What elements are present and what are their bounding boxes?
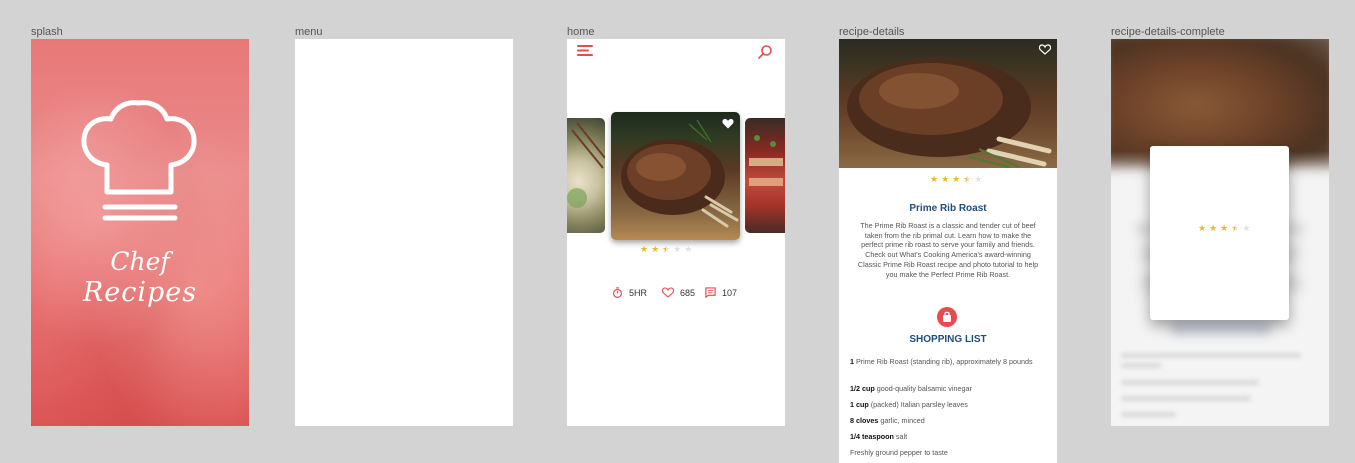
shopping-bag-button[interactable]	[937, 307, 957, 327]
ingredient-item: 1 Prime Rib Roast (standing rib), approx…	[850, 357, 1045, 367]
blurred-text	[1121, 363, 1161, 368]
stat-likes-value: 685	[680, 287, 696, 298]
stat-comments: 107	[705, 287, 737, 298]
frame-label-complete: recipe-details-complete	[1111, 26, 1225, 38]
recipe-details-screen: ★ ★ ★ ★ ★ Prime Rib Roast The Prime Rib Roas…	[839, 39, 1057, 463]
ingredient-item: Freshly ground pepper to taste	[850, 448, 1045, 458]
star-icon: ★	[673, 244, 682, 254]
star-icon: ★	[640, 244, 649, 254]
star-icon: ★	[930, 174, 939, 184]
blurred-text	[1121, 380, 1259, 385]
shopping-bag-icon	[943, 311, 951, 322]
rating-stars: ★ ★ ★ ★ ★	[640, 245, 692, 254]
ingredient-item: 1/4 teaspoon salt	[850, 432, 1045, 442]
star-icon: ★	[1242, 223, 1251, 233]
star-icon: ★	[1209, 223, 1218, 233]
search-icon[interactable]	[757, 44, 773, 60]
home-screen: ★ ★ ★ ★ ★ 5HR 685 107	[567, 39, 785, 426]
ingredient-text: (packed) Italian parsley leaves	[868, 400, 968, 409]
noodle-bowl-image	[567, 122, 605, 208]
star-icon: ★	[1220, 223, 1229, 233]
rating-stars[interactable]: ★ ★ ★ ★ ★	[1198, 224, 1250, 233]
frame-label-details: recipe-details	[839, 26, 905, 38]
ingredient-quantity: 1/4 teaspoon	[850, 432, 894, 441]
star-icon: ★	[1231, 223, 1240, 233]
rating-stars: ★ ★ ★ ★ ★	[930, 175, 982, 184]
blurred-text	[1121, 396, 1251, 401]
hamburger-menu-icon[interactable]	[577, 44, 593, 57]
recipe-card-next[interactable]	[745, 118, 785, 233]
ingredient-item: 1/2 cup good-quality balsamic vinegar	[850, 384, 1045, 394]
heart-icon[interactable]	[722, 118, 734, 129]
recipe-card-prev[interactable]	[567, 118, 605, 233]
ingredient-item: 8 cloves garlic, minced	[850, 416, 1045, 426]
shopping-list-title: SHOPPING LIST	[909, 334, 987, 345]
blurred-text	[1121, 412, 1176, 417]
prime-rib-image	[621, 119, 739, 228]
star-icon: ★	[1198, 223, 1207, 233]
recipe-hero-image	[839, 39, 1057, 168]
splash-title-line2: Recipes	[82, 277, 198, 308]
heart-outline-icon	[662, 287, 674, 298]
stat-time: 5HR	[612, 287, 647, 298]
chef-hat-icon	[81, 100, 197, 221]
stat-likes: 685	[662, 287, 695, 298]
ingredient-quantity: 8 cloves	[850, 416, 879, 425]
heart-outline-icon[interactable]	[1039, 44, 1051, 55]
ingredient-text: Prime Rib Roast (standing rib), approxim…	[854, 357, 1033, 366]
ingredient-text: good-quality balsamic vinegar	[874, 384, 972, 393]
recipe-card-main[interactable]	[611, 112, 740, 240]
frame-label-menu: menu	[295, 26, 323, 38]
lasagna-image	[749, 135, 783, 186]
splash-screen: Chef Recipes	[31, 39, 249, 426]
splash-title-line1: Chef	[110, 247, 170, 276]
comment-icon	[705, 287, 716, 298]
ingredient-text: Freshly ground pepper to taste	[850, 448, 948, 457]
timer-icon	[612, 287, 623, 298]
blurred-text	[1171, 321, 1271, 335]
recipe-title: Prime Rib Roast	[909, 203, 987, 214]
star-icon: ★	[651, 244, 660, 254]
frame-label-splash: splash	[31, 26, 63, 38]
star-icon: ★	[684, 244, 693, 254]
ingredient-item: 1 cup (packed) Italian parsley leaves	[850, 400, 1045, 410]
star-icon: ★	[963, 174, 972, 184]
ingredient-text: salt	[893, 432, 908, 441]
star-icon: ★	[941, 174, 950, 184]
recipe-description: The Prime Rib Roast is a classic and ten…	[857, 221, 1039, 279]
star-icon: ★	[952, 174, 961, 184]
ingredient-quantity: 1/2 cup	[850, 384, 875, 393]
frame-label-home: home	[567, 26, 595, 38]
menu-screen	[295, 39, 513, 426]
star-icon: ★	[974, 174, 983, 184]
rating-modal: ★ ★ ★ ★ ★	[1150, 146, 1289, 320]
ingredient-quantity: 1 cup	[850, 400, 869, 409]
stat-time-value: 5HR	[629, 287, 648, 298]
stat-comments-value: 107	[722, 287, 738, 298]
ingredient-text: garlic, minced	[878, 416, 925, 425]
recipe-details-complete-screen: ★ ★ ★ ★ ★	[1111, 39, 1329, 426]
star-icon: ★	[662, 244, 671, 254]
blurred-text	[1121, 353, 1301, 358]
